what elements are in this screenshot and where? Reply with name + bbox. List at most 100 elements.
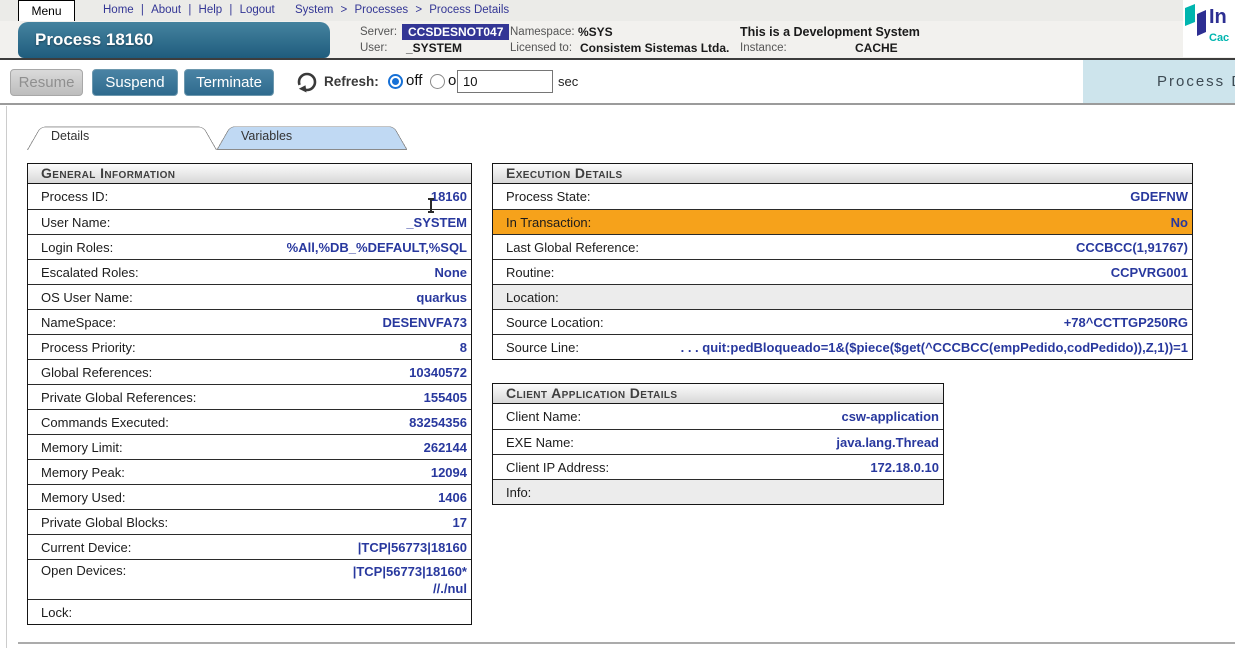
dev-system-note: This is a Development System (740, 25, 920, 39)
field-value: No (591, 215, 1188, 230)
tab-details-label: Details (51, 121, 89, 152)
table-row: Private Global References:155405 (28, 384, 471, 409)
table-row: In Transaction:No (493, 209, 1192, 234)
page-title: Process 18160 (18, 22, 330, 58)
field-label: User Name: (41, 215, 110, 230)
ribbon-title: Process Details (1157, 73, 1235, 90)
field-value: |TCP|56773|18160 (131, 540, 467, 555)
tab-variables[interactable]: Variables (217, 121, 407, 150)
breadcrumb-link-processes[interactable]: Processes (354, 4, 408, 16)
table-row: Process Priority:8 (28, 334, 471, 359)
field-value: DESENVFA73 (116, 315, 467, 330)
execution-details-rows: Process State:GDEFNWIn Transaction:NoLas… (493, 184, 1192, 359)
suspend-button[interactable]: Suspend (92, 69, 178, 96)
text-cursor-artifact (427, 198, 435, 213)
nav-link-home[interactable]: Home (103, 4, 134, 16)
general-information-header: General Information (28, 164, 471, 184)
refresh-icon[interactable] (296, 71, 318, 93)
nav-link-logout[interactable]: Logout (240, 4, 275, 16)
refresh-interval-input[interactable] (457, 70, 553, 93)
refresh-label: Refresh: (324, 74, 379, 89)
namespace-label: Namespace: (510, 26, 575, 38)
client-application-details-header: Client Application Details (493, 384, 943, 404)
separator: > (408, 4, 429, 16)
logo-text-bottom: Cac (1209, 32, 1229, 44)
breadcrumb-link-system[interactable]: System (295, 4, 333, 16)
resume-button[interactable]: Resume (10, 69, 83, 96)
logo-mark-icon (1183, 0, 1207, 40)
table-row: Last Global Reference:CCCBCC(1,91767) (493, 234, 1192, 259)
field-value: java.lang.Thread (574, 435, 939, 450)
table-row: Memory Used:1406 (28, 484, 471, 509)
bottom-divider (18, 642, 1235, 644)
refresh-on-radio[interactable] (430, 74, 445, 89)
table-row: EXE Name:java.lang.Thread (493, 429, 943, 454)
table-row: Current Device:|TCP|56773|18160 (28, 534, 471, 559)
nav-link-help[interactable]: Help (199, 4, 223, 16)
field-label: EXE Name: (506, 435, 574, 450)
nav-link-about[interactable]: About (151, 4, 181, 16)
table-row: Open Devices:|TCP|56773|18160*//./nul (28, 559, 471, 599)
field-label: In Transaction: (506, 215, 591, 230)
separator: | (222, 4, 239, 16)
table-row: Lock: (28, 599, 471, 624)
field-label: Source Line: (506, 340, 579, 355)
field-value: _SYSTEM (110, 215, 467, 230)
field-label: Client Name: (506, 409, 581, 424)
field-value: 155405 (196, 390, 467, 405)
execution-details-header: Execution Details (493, 164, 1192, 184)
menu-button[interactable]: Menu (18, 0, 75, 21)
field-value: 83254356 (169, 415, 467, 430)
client-application-details-table: Client Application Details Client Name:c… (492, 383, 944, 505)
terminate-button[interactable]: Terminate (184, 69, 274, 96)
field-label: Routine: (506, 265, 554, 280)
field-value: 12094 (125, 465, 467, 480)
table-row: Private Global Blocks:17 (28, 509, 471, 534)
field-value: 10340572 (152, 365, 467, 380)
field-label: Last Global Reference: (506, 240, 639, 255)
breadcrumb-link-process-details[interactable]: Process Details (429, 4, 509, 16)
field-value: %All,%DB_%DEFAULT,%SQL (113, 240, 467, 255)
execution-details-table: Execution Details Process State:GDEFNWIn… (492, 163, 1193, 360)
table-row: OS User Name:quarkus (28, 284, 471, 309)
general-information-table: General Information Process ID:18160User… (27, 163, 472, 625)
table-row: Client Name:csw-application (493, 404, 943, 429)
field-label: Process Priority: (41, 340, 136, 355)
licensed-to-label: Licensed to: (510, 42, 572, 54)
client-application-details-rows: Client Name:csw-applicationEXE Name:java… (493, 404, 943, 504)
field-label: Global References: (41, 365, 152, 380)
table-row: Global References:10340572 (28, 359, 471, 384)
field-label: NameSpace: (41, 315, 116, 330)
tab-details[interactable]: Details (27, 121, 217, 150)
field-label: Current Device: (41, 540, 131, 555)
breadcrumb: System > Processes > Process Details (295, 0, 509, 21)
server-badge: CCSDESNOT047 (402, 24, 509, 40)
field-value: 172.18.0.10 (609, 460, 939, 475)
table-row: Commands Executed:83254356 (28, 409, 471, 434)
separator: > (333, 4, 354, 16)
table-row: Memory Peak:12094 (28, 459, 471, 484)
refresh-off-radio[interactable] (388, 74, 403, 89)
refresh-off-label[interactable]: off (406, 72, 422, 89)
field-value: 8 (136, 340, 467, 355)
table-row: Routine:CCPVRG001 (493, 259, 1192, 284)
tab-variables-label: Variables (241, 121, 292, 152)
separator: | (134, 4, 151, 16)
separator: | (181, 4, 198, 16)
field-label: Source Location: (506, 315, 604, 330)
field-label: Private Global Blocks: (41, 515, 168, 530)
general-information-rows: Process ID:18160User Name:_SYSTEMLogin R… (28, 184, 471, 624)
table-row: User Name:_SYSTEM (28, 209, 471, 234)
field-value: 262144 (123, 440, 467, 455)
field-value: . . . quit:pedBloqueado=1&($piece($get(^… (579, 340, 1188, 355)
toolbar: Resume Suspend Terminate Refresh: off on… (0, 60, 1235, 105)
field-label: Memory Limit: (41, 440, 123, 455)
field-label: Process ID: (41, 189, 108, 204)
field-label: Private Global References: (41, 390, 196, 405)
field-label: Open Devices: (41, 563, 126, 578)
field-value: +78^CCTTGP250RG (604, 315, 1188, 330)
field-value: |TCP|56773|18160*//./nul (126, 563, 467, 597)
table-row: Process State:GDEFNW (493, 184, 1192, 209)
field-value: csw-application (581, 409, 939, 424)
logo-text-top: In (1209, 6, 1227, 29)
